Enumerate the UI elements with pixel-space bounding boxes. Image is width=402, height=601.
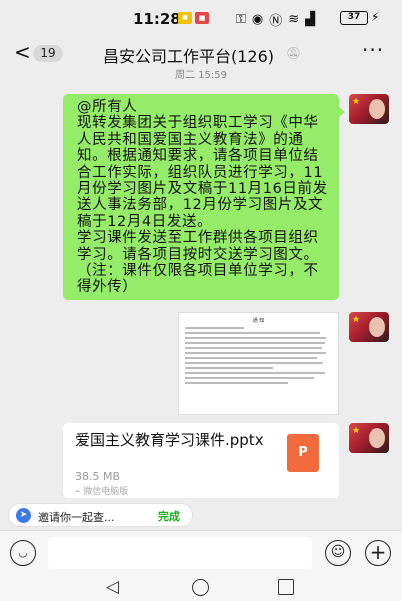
signal-icon: ▟ <box>305 12 316 27</box>
nav-home-icon[interactable] <box>192 579 209 596</box>
mute-icon: 🔕︎ <box>286 46 302 60</box>
wifi-icon: ≋ <box>288 12 300 27</box>
system-nav-bar: ◁ <box>0 574 402 601</box>
document-line <box>185 342 325 344</box>
flag-icon: ★ <box>352 426 361 436</box>
file-message[interactable]: 爱国主义教育学习课件.pptx 38.5 MB P ⌁ 微信电脑版 <box>63 423 339 498</box>
file-size: 38.5 MB <box>75 470 121 483</box>
document-line <box>185 362 324 364</box>
avatar-face <box>369 99 385 119</box>
file-name: 爱国主义教育学习课件.pptx <box>75 431 264 449</box>
avatar[interactable]: ★ <box>349 94 389 124</box>
avatar-face <box>369 428 385 448</box>
invite-text: 邀请你一起查... <box>38 511 115 524</box>
charging-icon: ⚡ <box>371 10 380 24</box>
document-line <box>185 352 327 354</box>
invite-pill[interactable]: ➤ 邀请你一起查... 完成 <box>8 503 193 527</box>
emoji-icon[interactable]: ☺ <box>325 540 351 566</box>
chat-title: 昌安公司工作平台(126) <box>103 47 275 66</box>
app-notification-icon: ■ <box>195 12 209 24</box>
message-input[interactable] <box>48 537 312 569</box>
key-icon: ⚿ <box>236 12 246 27</box>
battery-indicator: 37 <box>340 11 368 25</box>
message-text: @所有人 现转发集团关于组织职工学习《中华人民共和国爱国主义教育法》的通知。根据… <box>77 99 328 296</box>
done-button[interactable]: 完成 <box>158 508 180 524</box>
nav-back-icon[interactable]: ◁ <box>106 577 119 597</box>
more-options-icon[interactable]: ··· <box>362 38 384 62</box>
file-source-label: 微信电脑版 <box>83 487 129 497</box>
plus-icon[interactable]: + <box>365 540 391 566</box>
voice-input-icon[interactable]: ◟◞ <box>10 540 36 566</box>
notification-badges: ■ ■ <box>178 12 209 24</box>
input-bar: ◟◞ ☺ + <box>0 530 402 574</box>
avatar[interactable]: ★ <box>349 423 389 453</box>
nav-recent-apps-icon[interactable] <box>278 579 294 595</box>
eye-icon: ◉ <box>251 12 264 27</box>
status-bar: 11:28 ■ ■ ⚿ ◉ Ⓝ ≋ ▟ 37 ⚡ <box>0 0 402 36</box>
chat-header: < 19 昌安公司工作平台(126) 🔕︎ ··· <box>0 36 402 70</box>
flag-icon: ★ <box>352 97 361 107</box>
status-icons: ⚿ ◉ Ⓝ ≋ ▟ <box>236 10 315 29</box>
document-line <box>185 382 288 384</box>
back-arrow-icon[interactable]: < <box>14 40 31 64</box>
invite-icon: ➤ <box>16 508 31 523</box>
document-line <box>185 327 244 329</box>
nfc-icon: Ⓝ <box>269 14 283 29</box>
document-line <box>185 347 322 349</box>
document-line <box>185 377 315 379</box>
avatar-face <box>369 317 385 337</box>
avatar[interactable]: ★ <box>349 312 389 342</box>
unread-count-badge[interactable]: 19 <box>33 45 63 62</box>
flag-icon: ★ <box>352 315 361 325</box>
message-timestamp: 周二 15:59 <box>175 70 227 81</box>
document-line <box>185 332 321 334</box>
file-source: ⌁ 微信电脑版 <box>75 487 129 497</box>
image-message[interactable]: 通 知 <box>178 312 339 415</box>
document-line <box>185 357 318 359</box>
message-bubble[interactable]: @所有人 现转发集团关于组织职工学习《中华人民共和国爱国主义教育法》的通知。根据… <box>63 94 345 300</box>
status-time: 11:28 <box>133 10 181 28</box>
document-line <box>185 367 274 369</box>
document-line <box>185 372 325 374</box>
app-notification-icon: ■ <box>178 12 192 24</box>
pptx-file-icon: P <box>287 434 319 472</box>
document-title: 通 知 <box>252 318 265 324</box>
document-line <box>185 337 327 339</box>
